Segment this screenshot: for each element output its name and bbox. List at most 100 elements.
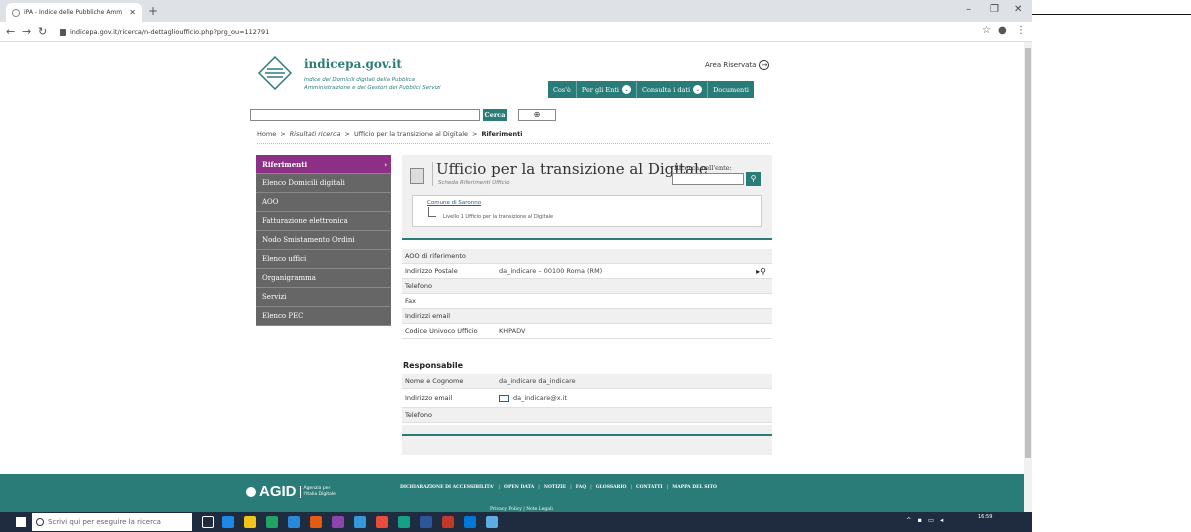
taskbar-clock[interactable]: 16:59: [978, 514, 992, 521]
back-icon[interactable]: ←: [6, 25, 15, 38]
taskbar-app-icon[interactable]: [486, 516, 498, 528]
email-value[interactable]: da_indicare@x.it: [499, 394, 772, 402]
footer-link-accessibilita[interactable]: DICHIARAZIONE DI ACCESSIBILITA': [400, 485, 494, 490]
close-tab-icon[interactable]: ✕: [129, 8, 136, 17]
entity-search-button[interactable]: ⚲: [746, 172, 761, 186]
footer-link-notizie[interactable]: NOTIZIE: [544, 485, 566, 490]
advanced-search-icon[interactable]: ⊕: [518, 109, 556, 121]
row-label: Indirizzi email: [405, 312, 451, 320]
responsabile-heading: Responsabile: [403, 361, 464, 370]
bottom-panel: [402, 425, 772, 455]
file-explorer-icon[interactable]: [244, 516, 256, 528]
sidebar-item-label: Riferimenti: [262, 160, 308, 169]
taskbar-app-icon[interactable]: [332, 516, 344, 528]
breadcrumb-results[interactable]: Risultati ricerca: [290, 130, 341, 138]
responsabile-table: Nome e Cognome da_indicare da_indicare In…: [402, 374, 772, 423]
chevron-down-icon: ⌄: [693, 85, 703, 94]
taskbar-app-icon[interactable]: [354, 516, 366, 528]
minimize-icon[interactable]: –: [966, 4, 971, 15]
main-nav: Cos'è Per gli Enti ⌄ Consulta i dati ⌄ Doc…: [548, 81, 754, 98]
reload-icon[interactable]: ↻: [38, 25, 47, 38]
network-icon[interactable]: ▪: [917, 516, 921, 524]
site-favicon-icon: [12, 8, 20, 17]
footer-links: DICHIARAZIONE DI ACCESSIBILITA' | OPEN DA…: [400, 485, 717, 490]
firefox-icon[interactable]: [310, 516, 322, 528]
sidebar-item-label: Nodo Smistamento Ordini: [262, 236, 355, 244]
chevron-right-icon: ›: [384, 160, 387, 169]
nav-item-consulta-i-dati[interactable]: Consulta i dati ⌄: [637, 81, 709, 98]
scrollbar-thumb[interactable]: [1025, 48, 1031, 458]
row-label: Telefono: [405, 411, 433, 419]
agid-emblem-icon: [246, 486, 256, 497]
agid-logo[interactable]: AGID Agenzia per l'Italia Digitale: [246, 483, 336, 500]
nav-label: Cos'è: [553, 85, 571, 94]
breadcrumb-current: Riferimenti: [481, 130, 523, 138]
new-tab-button[interactable]: +: [148, 4, 158, 18]
map-pin-icon[interactable]: ▸⚲: [756, 267, 766, 276]
sidebar-item-aoo[interactable]: AOO: [256, 193, 391, 212]
url-text: indicepa.gov.it/ricerca/n-dettagliouffic…: [70, 28, 270, 36]
email-link[interactable]: da_indicare@x.it: [513, 394, 567, 402]
search-button[interactable]: Cerca: [483, 109, 507, 121]
table-row: Fax: [402, 294, 772, 309]
footer-link-glossario[interactable]: GLOSSARIO: [596, 485, 627, 490]
taskbar-app-icon[interactable]: [222, 516, 234, 528]
hierarchy-child-item: Livello 1 Ufficio per la transizione al …: [443, 214, 554, 220]
nav-label: Consulta i dati: [641, 85, 691, 94]
search-input[interactable]: [250, 109, 480, 121]
hierarchy-root-link[interactable]: Comune di Saronno: [427, 200, 481, 206]
entity-search-input[interactable]: [672, 173, 744, 185]
edge-icon[interactable]: [464, 516, 476, 528]
sidebar-item-nodo-smistamento[interactable]: Nodo Smistamento Ordini: [256, 231, 391, 250]
sidebar-item-elenco-pec[interactable]: Elenco PEC: [256, 307, 391, 326]
nav-item-cose[interactable]: Cos'è: [548, 81, 577, 98]
indicepa-logo-icon[interactable]: [258, 56, 292, 90]
acrobat-icon[interactable]: [442, 516, 454, 528]
windows-start-icon[interactable]: [16, 517, 26, 527]
word-icon[interactable]: [420, 516, 432, 528]
clock-time: 16:59: [978, 514, 993, 520]
chrome-icon[interactable]: [376, 516, 388, 528]
sidebar-item-label: Servizi: [262, 293, 287, 301]
nav-item-documenti[interactable]: Documenti: [708, 81, 754, 98]
breadcrumb-office[interactable]: Ufficio per la transizione al Digitale: [354, 130, 468, 138]
sidebar-item-fatturazione[interactable]: Fatturazione elettronica: [256, 212, 391, 231]
breadcrumb-home[interactable]: Home: [257, 130, 276, 138]
site-name[interactable]: indicepa.gov.it: [304, 57, 402, 71]
footer-link-contatti[interactable]: CONTATTI: [636, 485, 663, 490]
area-riservata-link[interactable]: Area Riservata →: [705, 60, 770, 70]
maximize-icon[interactable]: ❐: [990, 4, 999, 15]
details-table: AOO di riferimento Indirizzo Postale da_i…: [402, 249, 772, 339]
sidebar-item-label: Elenco PEC: [262, 312, 304, 320]
profile-icon[interactable]: ●: [998, 25, 1007, 36]
forward-icon[interactable]: →: [22, 25, 31, 38]
nav-item-per-gli-enti[interactable]: Per gli Enti ⌄: [577, 81, 637, 98]
sidebar-item-riferimenti[interactable]: Riferimenti ›: [256, 155, 391, 174]
footer-link-mappa[interactable]: MAPPA DEL SITO: [672, 485, 717, 490]
taskbar-search-input[interactable]: Scrivi qui per eseguire la ricerca: [32, 513, 192, 531]
volume-icon[interactable]: ◂: [940, 516, 943, 524]
taskbar-app-icon[interactable]: [288, 516, 300, 528]
sidebar-item-servizi[interactable]: Servizi: [256, 288, 391, 307]
browser-tab[interactable]: iPA - Indice delle Pubbliche Amm ✕: [6, 3, 142, 22]
close-window-icon[interactable]: ✕: [1014, 4, 1022, 15]
footer-link-faq[interactable]: FAQ: [576, 485, 586, 490]
chevron-up-icon[interactable]: ^: [906, 516, 911, 524]
sidebar-item-elenco-uffici[interactable]: Elenco uffici: [256, 250, 391, 269]
bookmark-star-icon[interactable]: ☆: [982, 25, 991, 36]
table-row: Indirizzo email da_indicare@x.it: [402, 389, 772, 408]
address-bar[interactable]: indicepa.gov.it/ricerca/n-dettagliouffic…: [60, 25, 960, 39]
menu-icon[interactable]: ⋮: [1016, 25, 1026, 36]
battery-icon[interactable]: ▭: [928, 516, 934, 524]
taskbar-app-icon[interactable]: [398, 516, 410, 528]
footer-separator: |: [630, 485, 633, 490]
sidebar-item-organigramma[interactable]: Organigramma: [256, 269, 391, 288]
task-view-icon[interactable]: [202, 516, 214, 528]
agid-tag-line1: Agenzia per: [303, 485, 331, 491]
footer-link-open-data[interactable]: OPEN DATA: [504, 485, 534, 490]
sidebar-item-domicili-digitali[interactable]: Elenco Domicili digitali: [256, 174, 391, 193]
table-row: Nome e Cognome da_indicare da_indicare: [402, 374, 772, 389]
excel-icon[interactable]: [266, 516, 278, 528]
sidebar-item-label: Elenco Domicili digitali: [262, 179, 345, 187]
row-value: KHPADV: [499, 327, 526, 335]
